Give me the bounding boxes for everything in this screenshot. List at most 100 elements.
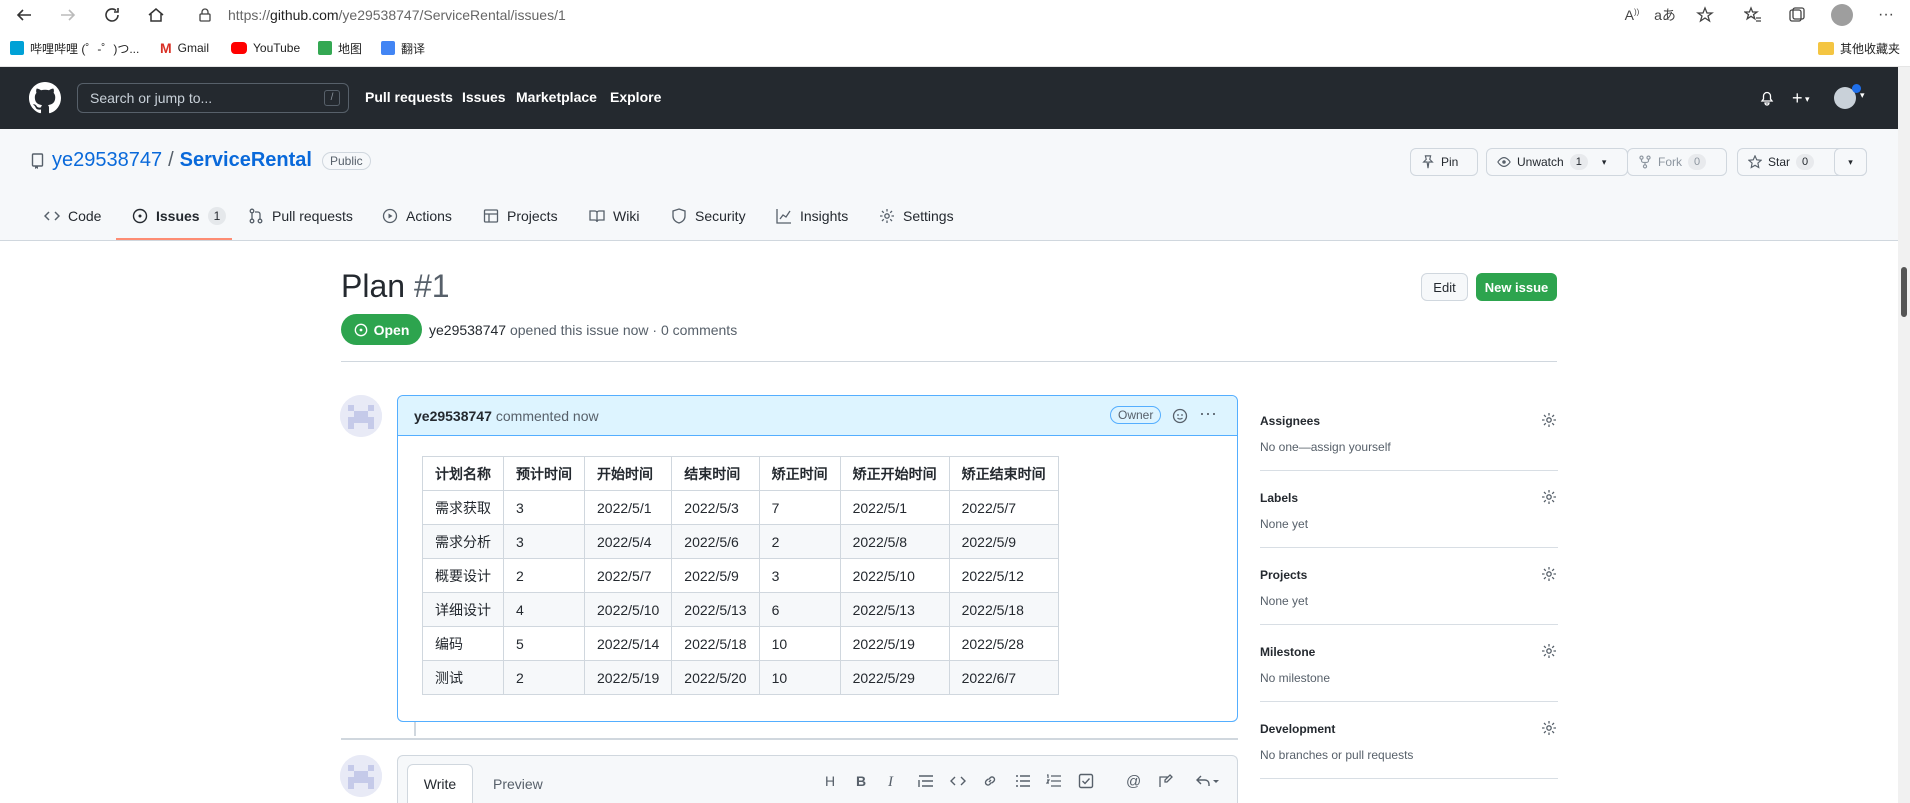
kebab-menu-icon[interactable]: ··· — [1199, 403, 1217, 424]
search-input[interactable]: Search or jump to... / — [77, 83, 349, 113]
tab-issues[interactable]: Issues 1 — [132, 206, 227, 226]
other-bookmarks-folder[interactable]: 其他收藏夹 — [1818, 38, 1900, 58]
avatar[interactable] — [340, 755, 382, 797]
gear-icon[interactable] — [1541, 643, 1557, 659]
sidebar-heading-projects[interactable]: Projects — [1260, 568, 1307, 582]
table-cell: 2022/5/7 — [583, 558, 673, 593]
quote-icon[interactable] — [918, 773, 934, 789]
bookmark-bilibili[interactable]: 哔哩哔哩 (゜-゜)つ... — [10, 38, 139, 58]
timeline-line — [414, 722, 416, 736]
avatar[interactable] — [340, 395, 382, 437]
favorites-icon[interactable] — [1741, 3, 1765, 27]
fork-button[interactable]: Fork 0 — [1627, 148, 1727, 176]
back-icon[interactable] — [12, 3, 36, 27]
tab-write[interactable]: Write — [407, 764, 473, 803]
unordered-list-icon[interactable] — [1015, 773, 1031, 789]
nav-marketplace[interactable]: Marketplace — [516, 89, 597, 105]
gear-icon[interactable] — [1541, 412, 1557, 428]
sidebar-heading-assignees[interactable]: Assignees — [1260, 414, 1320, 428]
more-menu-icon[interactable]: ··· — [1874, 3, 1898, 27]
owner-badge: Owner — [1110, 406, 1162, 424]
gear-icon[interactable] — [1541, 566, 1557, 582]
link-icon[interactable] — [982, 773, 998, 789]
sidebar-heading-labels[interactable]: Labels — [1260, 491, 1298, 505]
edit-button[interactable]: Edit — [1421, 273, 1468, 301]
scrollbar-thumb[interactable] — [1901, 267, 1907, 317]
tab-settings[interactable]: Settings — [879, 206, 954, 226]
tab-preview[interactable]: Preview — [493, 776, 543, 792]
table-cell: 5 — [503, 626, 585, 661]
pin-button[interactable]: Pin — [1410, 148, 1478, 176]
tab-insights[interactable]: Insights — [776, 206, 848, 226]
comment-timestamp[interactable]: commented now — [496, 408, 599, 424]
issue-author-link[interactable]: ye29538747 — [429, 322, 506, 338]
watch-dropdown-icon[interactable]: ▾ — [1602, 157, 1607, 168]
address-bar[interactable]: https://github.com/ye29538747/ServiceRen… — [184, 2, 1634, 28]
mention-icon[interactable]: @ — [1126, 773, 1141, 790]
issue-meta-text: opened this issue now · 0 comments — [509, 322, 738, 338]
home-icon[interactable] — [144, 3, 168, 27]
create-new-icon[interactable]: + ▾ — [1792, 88, 1810, 109]
column-header: 结束时间 — [671, 456, 760, 491]
tab-label: Actions — [406, 208, 452, 224]
new-issue-button[interactable]: New issue — [1476, 273, 1557, 301]
fork-icon — [1639, 155, 1651, 169]
user-avatar-icon[interactable] — [1834, 84, 1861, 109]
smiley-icon[interactable] — [1172, 408, 1188, 424]
ordered-list-icon[interactable] — [1046, 773, 1062, 789]
read-aloud-icon[interactable]: A)) — [1620, 3, 1644, 27]
translate-page-icon[interactable]: aあ — [1653, 3, 1677, 27]
cross-reference-icon[interactable] — [1158, 773, 1174, 789]
comment-author-link[interactable]: ye29538747 — [414, 408, 492, 424]
profile-avatar-icon[interactable] — [1830, 3, 1854, 27]
table-cell: 2022/5/29 — [839, 660, 950, 695]
favorite-add-icon[interactable] — [1693, 3, 1717, 27]
issue-comment: ye29538747 commented now Owner ··· 计划名称 … — [397, 395, 1238, 722]
bookmark-translate[interactable]: 翻译 — [381, 38, 425, 58]
bold-icon[interactable]: B — [856, 773, 866, 789]
tab-pull-requests[interactable]: Pull requests — [248, 206, 353, 226]
forward-icon[interactable] — [56, 3, 80, 27]
tab-code[interactable]: Code — [44, 206, 101, 226]
tab-actions[interactable]: Actions — [382, 206, 452, 226]
heading-icon[interactable]: H — [825, 773, 835, 789]
table-cell: 10 — [758, 626, 841, 661]
issue-title: Plan #1 — [341, 268, 450, 305]
table-cell: 2022/5/9 — [671, 558, 760, 593]
sidebar-heading-milestone[interactable]: Milestone — [1260, 645, 1315, 659]
star-dropdown-button[interactable]: ▾ — [1834, 148, 1867, 176]
tab-wiki[interactable]: Wiki — [589, 206, 639, 226]
nav-issues[interactable]: Issues — [462, 89, 506, 105]
avatar-dropdown-caret-icon[interactable]: ▾ — [1860, 90, 1865, 101]
gear-icon[interactable] — [1541, 720, 1557, 736]
code-icon[interactable] — [950, 773, 966, 789]
nav-explore[interactable]: Explore — [610, 89, 661, 105]
table-row: 概要设计 2 2022/5/7 2022/5/9 3 2022/5/10 202… — [422, 558, 1059, 593]
bell-icon[interactable] — [1759, 90, 1775, 106]
repo-owner-link[interactable]: ye29538747 — [52, 149, 162, 172]
nav-pull-requests[interactable]: Pull requests — [365, 89, 453, 105]
sidebar-heading-development[interactable]: Development — [1260, 722, 1335, 736]
bookmark-maps[interactable]: 地图 — [318, 38, 362, 58]
gear-icon[interactable] — [1541, 489, 1557, 505]
tab-projects[interactable]: Projects — [483, 206, 558, 226]
refresh-icon[interactable] — [100, 3, 124, 27]
page-scrollbar[interactable] — [1898, 67, 1910, 803]
tab-label: Projects — [507, 208, 558, 224]
table-cell: 3 — [503, 490, 585, 525]
task-list-icon[interactable] — [1078, 773, 1094, 789]
italic-icon[interactable]: I — [888, 773, 893, 791]
table-cell: 2022/5/28 — [948, 626, 1059, 661]
collections-icon[interactable] — [1785, 3, 1809, 27]
tab-security[interactable]: Security — [671, 206, 746, 226]
star-icon — [1748, 155, 1762, 169]
bookmark-youtube[interactable]: YouTube — [231, 38, 300, 58]
github-logo-icon[interactable] — [29, 82, 61, 114]
reply-dropdown-icon[interactable] — [1195, 773, 1221, 789]
repo-name-link[interactable]: ServiceRental — [180, 149, 312, 172]
bookmark-gmail[interactable]: M Gmail — [160, 38, 209, 58]
browser-toolbar: https://github.com/ye29538747/ServiceRen… — [0, 0, 1910, 30]
watch-button[interactable]: Unwatch 1 ▾ — [1486, 148, 1628, 176]
sidebar-value-assignees[interactable]: No one—assign yourself — [1260, 440, 1391, 454]
tab-label: Code — [68, 208, 102, 224]
